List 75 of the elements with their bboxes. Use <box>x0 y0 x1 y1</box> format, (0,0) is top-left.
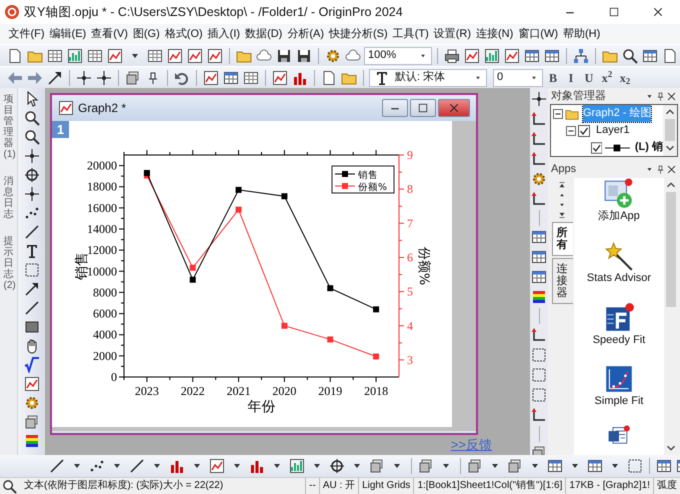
tick-label: 12000 <box>87 243 117 258</box>
app-label[interactable]: 添加App <box>598 210 640 223</box>
menu-item[interactable]: 编辑(E) <box>47 24 89 44</box>
panel-title: 对象管理器 <box>551 88 607 104</box>
format-button[interactable]: I <box>563 68 579 86</box>
legend-label: 销售 <box>358 170 378 181</box>
menu-item[interactable]: 查看(V) <box>88 24 130 44</box>
zoom-value: 100% <box>368 48 396 64</box>
menu-item[interactable]: 设置(R) <box>431 24 474 44</box>
menu-item[interactable]: 快捷分析(S) <box>326 24 390 44</box>
tick-label: 3 <box>407 352 413 367</box>
graph-title: Graph2 * <box>78 100 128 117</box>
tick-label: 10000 <box>87 264 117 278</box>
app-label[interactable]: Stats Advisor <box>586 272 652 284</box>
tick-label: 2020 <box>272 384 296 398</box>
tick-label: 2019 <box>318 384 342 398</box>
tick-label: 7 <box>407 216 413 230</box>
tick-label: 2023 <box>134 384 159 398</box>
menu-item[interactable]: 数据(D) <box>242 24 285 44</box>
status-text: 文本(依附于图层和标度): (实际)大小 = 22(22) <box>23 478 224 493</box>
tick-label: 8 <box>407 182 413 196</box>
app-label[interactable]: Simple Fit <box>594 395 644 408</box>
font-field[interactable]: 默认: 宋体 <box>369 68 487 86</box>
format-button[interactable]: U <box>581 68 597 86</box>
apps-tab[interactable]: 连接器 <box>552 258 572 304</box>
tick-label: 6 <box>407 250 413 264</box>
menu-item[interactable]: 文件(F) <box>6 24 48 44</box>
zoom-field[interactable]: 100% <box>364 46 432 64</box>
tick-label: 4 <box>407 318 413 333</box>
menu-item[interactable]: 帮助(H) <box>560 24 603 44</box>
tick-label: 0 <box>111 370 117 384</box>
dock-tab[interactable]: 项目管理器 (1) <box>4 94 14 160</box>
panel-title: Apps <box>551 162 578 178</box>
status-text: Light Grids <box>358 478 414 494</box>
legend-label: 份额% <box>358 182 388 193</box>
tick-label: 14000 <box>87 222 117 236</box>
axis-title: 份额% <box>416 246 431 286</box>
menu-item[interactable]: 图(G) <box>130 24 162 44</box>
format-button[interactable]: x$^{2}$ <box>599 68 615 86</box>
dock-tab[interactable]: 提示日志 (2) <box>4 236 14 291</box>
tree-item[interactable]: Layer1 <box>596 122 630 139</box>
menu-item[interactable]: 插入(I) <box>205 24 243 44</box>
format-button[interactable]: x$_{2}$ <box>617 68 633 86</box>
tick-label: 5 <box>407 284 413 299</box>
status-text: 弧度 <box>653 478 680 494</box>
font-size-value: 0 <box>497 70 504 86</box>
axis-title: 年份 <box>248 399 276 415</box>
tick-label: 18000 <box>87 180 117 194</box>
tick-label: 6000 <box>93 306 117 321</box>
menu-item[interactable]: 窗口(W) <box>516 24 561 44</box>
tree-item[interactable]: (L) 销 <box>634 139 663 156</box>
font-size-field[interactable]: 0 <box>493 68 543 86</box>
status-text: 1:[Book1]Sheet1!Col("销售")[1:6] <box>413 478 566 494</box>
tick-label: 16000 <box>87 200 117 215</box>
status-text: AU : 开 <box>318 478 358 494</box>
tick-label: 8000 <box>93 285 117 300</box>
app-label[interactable]: Speedy Fit <box>592 334 646 346</box>
tick-label: 2022 <box>180 384 205 398</box>
tick-label: 2000 <box>93 348 117 363</box>
dock-tab[interactable]: 消息日志 <box>4 176 14 220</box>
window-title: 双Y轴图.opju * - C:\Users\ZSY\Desktop\ - /Folder1/ - OriginPro 2024 <box>23 4 404 21</box>
tick-label: 20000 <box>87 158 117 173</box>
tick-label: 2018 <box>364 384 388 398</box>
format-button[interactable]: B <box>545 68 561 86</box>
menu-item[interactable]: 分析(A) <box>284 24 327 44</box>
font-name: 默认: 宋体 <box>395 70 446 86</box>
menu-item[interactable]: 工具(T) <box>390 24 432 44</box>
status-text: 17KB - [Graph2]1! <box>565 478 653 494</box>
tick-label: 4000 <box>93 328 117 342</box>
menu-item[interactable]: 格式(O) <box>162 24 206 44</box>
tick-label: 2021 <box>226 384 251 398</box>
tick-label: 9 <box>407 148 413 162</box>
apps-tab[interactable]: 所有 <box>552 222 572 256</box>
status-text: -- <box>305 478 319 494</box>
menu-item[interactable]: 连接(N) <box>474 24 516 44</box>
